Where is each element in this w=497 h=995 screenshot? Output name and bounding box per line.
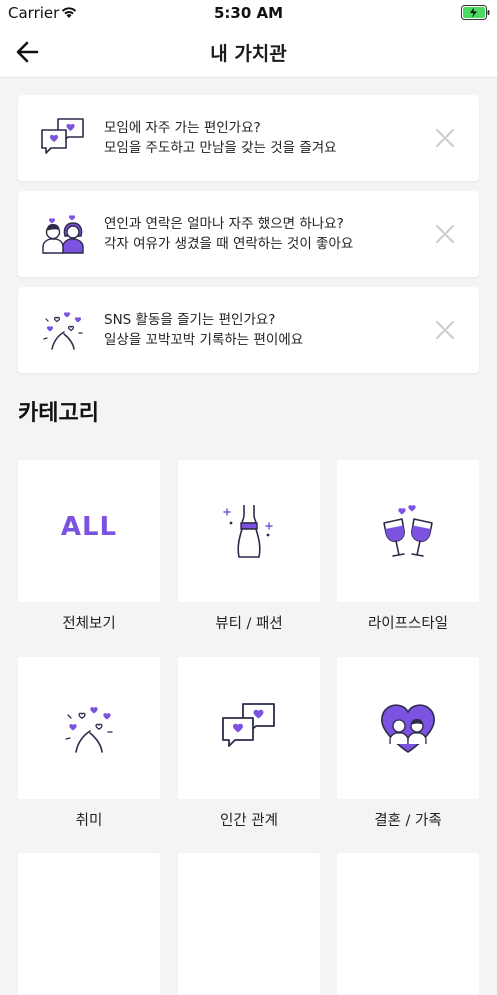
value-question-card[interactable]: 연인과 연락은 얼마나 자주 했으면 하나요? 각자 여유가 생겼을 때 연락하…: [18, 191, 479, 277]
answer-text: 각자 여유가 생겼을 때 연락하는 것이 좋아요: [104, 236, 354, 252]
value-question-card[interactable]: 모임에 자주 가는 편인가요? 모임을 주도하고 만남을 갖는 것을 즐겨요: [18, 95, 479, 181]
category-tile[interactable]: [337, 853, 479, 995]
couple-icon: [42, 215, 84, 254]
hearts-burst-icon: [65, 707, 113, 753]
category-label: 취미: [75, 813, 103, 829]
nav-bar: 내 가치관: [0, 26, 497, 78]
category-label: 전체보기: [62, 616, 116, 632]
speech-bubbles-heart-icon: [222, 703, 275, 747]
hearts-burst-icon: [43, 312, 83, 350]
category-tile-hobby[interactable]: [18, 657, 160, 799]
couple-heart-icon: [381, 704, 435, 753]
remove-button[interactable]: [430, 219, 460, 249]
remove-button[interactable]: [430, 315, 460, 345]
answer-text: 모임을 주도하고 만남을 갖는 것을 즐겨요: [104, 140, 337, 156]
speech-bubbles-heart-icon: [41, 118, 84, 154]
question-text: 연인과 연락은 얼마나 자주 했으면 하나요?: [104, 216, 344, 232]
category-tile[interactable]: [178, 853, 320, 995]
answer-text: 일상을 꼬박꼬박 기록하는 편이에요: [104, 332, 304, 348]
question-text: SNS 활동을 즐기는 편인가요?: [104, 312, 276, 328]
category-tile-beauty-fashion[interactable]: [178, 460, 320, 602]
category-label: 라이프스타일: [367, 616, 449, 632]
category-label: 인간 관계: [220, 813, 278, 829]
status-time: 5:30 AM: [213, 4, 284, 22]
category-label: 뷰티 / 패션: [215, 616, 283, 632]
close-icon: [435, 128, 455, 148]
close-icon: [435, 320, 455, 340]
close-icon: [435, 224, 455, 244]
remove-button[interactable]: [430, 123, 460, 153]
page-title: 내 가치관: [210, 43, 287, 65]
category-tile-all[interactable]: ALL: [18, 460, 160, 602]
wine-toast-icon: [383, 505, 433, 557]
question-text: 모임에 자주 가는 편인가요?: [104, 120, 261, 136]
category-tile[interactable]: [18, 853, 160, 995]
category-tile-marriage-family[interactable]: [337, 657, 479, 799]
category-label: 결혼 / 가족: [374, 813, 442, 829]
battery-charging-icon: [461, 5, 490, 20]
dress-icon: [223, 505, 273, 558]
category-section-title: 카테고리: [18, 401, 99, 426]
value-question-card[interactable]: SNS 활동을 즐기는 편인가요? 일상을 꼬박꼬박 기록하는 편이에요: [18, 287, 479, 373]
status-bar: Carrier 5:30 AM: [0, 0, 497, 26]
all-icon-text: ALL: [60, 512, 118, 542]
category-tile-relationships[interactable]: [178, 657, 320, 799]
category-tile-lifestyle[interactable]: [337, 460, 479, 602]
